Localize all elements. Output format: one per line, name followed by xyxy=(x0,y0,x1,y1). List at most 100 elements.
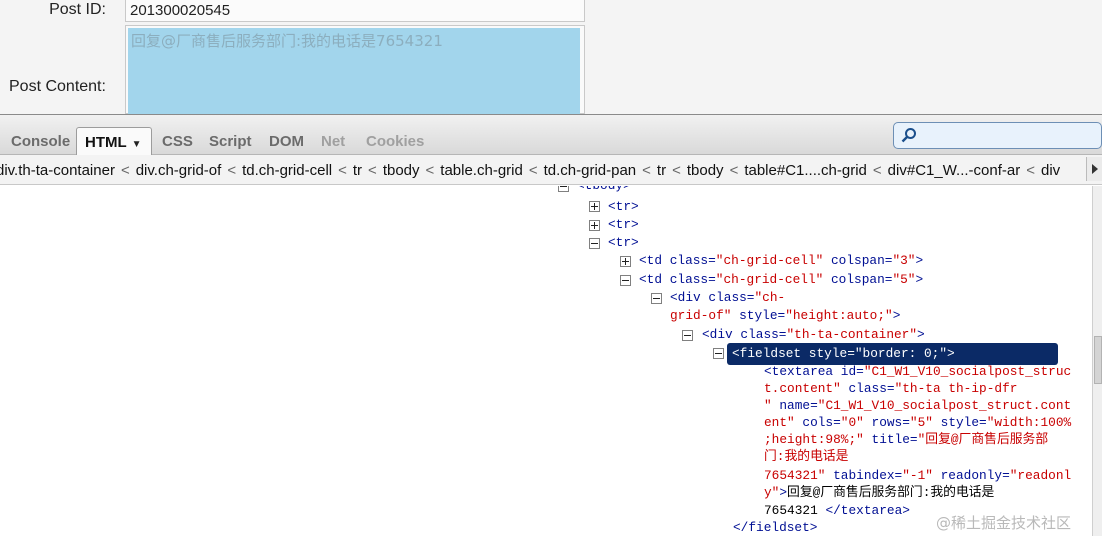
tag-name: <td xyxy=(639,253,670,268)
attr-value: y" xyxy=(764,485,780,500)
tag-name: <textarea xyxy=(764,364,841,379)
breadcrumb-item[interactable]: div.th-ta-container xyxy=(0,162,115,179)
tab-cookies[interactable]: Cookies xyxy=(366,127,424,156)
collapse-toggle-icon[interactable] xyxy=(558,186,569,192)
breadcrumb-separator: < xyxy=(338,162,347,179)
search-input[interactable] xyxy=(893,122,1102,149)
breadcrumb-item[interactable]: tbody xyxy=(383,162,420,179)
collapse-toggle-icon[interactable] xyxy=(713,348,724,359)
tree-node-div-cont: grid-of" style="height:auto;"> xyxy=(670,307,900,325)
tag-close: > xyxy=(779,485,788,500)
post-content-wrapper: 回复@厂商售后服务部门:我的电话是7654321 xyxy=(125,25,585,114)
arrow-right-icon xyxy=(1092,164,1098,174)
collapse-toggle-icon[interactable] xyxy=(620,275,631,286)
tree-node-textarea-cont: ;height:98%;" title="回复@厂商售后服务部 xyxy=(764,431,1048,449)
breadcrumb-item[interactable]: td.ch-grid-cell xyxy=(242,162,332,179)
attr-value: "C1_W1_V10_socialpost_struc xyxy=(863,364,1072,379)
tree-node-div[interactable]: <div class="th-ta-container"> xyxy=(702,326,925,344)
attr-value: "ch-grid-cell" xyxy=(715,253,824,268)
breadcrumb-separator: < xyxy=(1026,162,1035,179)
expand-toggle-icon[interactable] xyxy=(589,220,600,231)
tree-node-tr[interactable]: <tr> xyxy=(608,234,639,252)
attr-name: style= xyxy=(731,308,786,323)
attr-value: "3" xyxy=(892,253,916,268)
breadcrumb-item[interactable]: div#C1_W...-conf-ar xyxy=(888,162,1021,179)
tag-close: > xyxy=(892,308,901,323)
breadcrumb-separator: < xyxy=(729,162,739,179)
attr-name: id= xyxy=(840,364,864,379)
tree-node-tbody[interactable]: <tbody> xyxy=(577,186,631,195)
vertical-scrollbar[interactable] xyxy=(1092,186,1102,536)
devtools-toolbar: Console HTML ▼ CSS Script DOM Net Cookies xyxy=(0,114,1102,156)
tree-node-td[interactable]: <td class="ch-grid-cell" colspan="5"> xyxy=(639,271,923,289)
breadcrumb-separator: < xyxy=(227,162,237,179)
breadcrumb: div.th-ta-container < div.ch-grid-of < td.ch… xyxy=(0,155,1102,185)
breadcrumb-item[interactable]: tbody xyxy=(687,162,724,179)
attr-value: ;height:98%;" xyxy=(764,432,864,447)
attr-name: title= xyxy=(863,432,918,447)
tab-dom[interactable]: DOM xyxy=(269,127,304,156)
tree-node-td[interactable]: <td class="ch-grid-cell" colspan="3"> xyxy=(639,252,923,270)
attr-value: "ch- xyxy=(754,290,786,305)
attr-value: "-1" xyxy=(902,468,933,483)
expand-toggle-icon[interactable] xyxy=(589,201,600,212)
breadcrumb-separator: < xyxy=(120,162,130,179)
breadcrumb-item[interactable]: tr xyxy=(353,162,362,179)
breadcrumb-separator: < xyxy=(672,162,681,179)
attr-value: "5" xyxy=(892,272,916,287)
breadcrumb-item[interactable]: div.ch-grid-of xyxy=(136,162,222,179)
tree-node-textarea-cont: 7654321 </textarea> xyxy=(764,502,910,520)
selected-node-highlight[interactable]: <fieldset style="border: 0;"> xyxy=(727,343,1058,365)
attr-value: " xyxy=(764,398,772,413)
breadcrumb-item[interactable]: div xyxy=(1041,162,1060,179)
attr-name: readonly= xyxy=(932,468,1010,483)
tree-node-div[interactable]: <div class="ch- xyxy=(670,289,785,307)
attr-name: cols= xyxy=(794,415,841,430)
collapse-toggle-icon[interactable] xyxy=(589,238,600,249)
collapse-toggle-icon[interactable] xyxy=(682,330,693,341)
post-content-textarea[interactable]: 回复@厂商售后服务部门:我的电话是7654321 xyxy=(128,28,580,114)
tab-script[interactable]: Script xyxy=(209,127,252,156)
tab-net[interactable]: Net xyxy=(321,127,345,156)
watermark: @稀土掘金技术社区 xyxy=(936,514,1072,532)
breadcrumb-item[interactable]: table.ch-grid xyxy=(440,162,523,179)
attr-name: class= xyxy=(669,272,716,287)
attr-value: "5" xyxy=(909,415,933,430)
tree-node-tr[interactable]: <tr> xyxy=(608,198,639,216)
collapse-toggle-icon[interactable] xyxy=(651,293,662,304)
attr-value: "height:auto;" xyxy=(785,308,893,323)
attr-value: "readonl xyxy=(1009,468,1072,483)
breadcrumb-item[interactable]: td.ch-grid-pan xyxy=(544,162,637,179)
tree-node-textarea[interactable]: <textarea id="C1_W1_V10_socialpost_struc xyxy=(764,363,1071,381)
expand-toggle-icon[interactable] xyxy=(620,256,631,267)
tab-css[interactable]: CSS xyxy=(162,127,193,156)
tab-console[interactable]: Console xyxy=(11,127,70,156)
attr-name: class= xyxy=(708,290,755,305)
breadcrumb-scroll-right-button[interactable] xyxy=(1086,157,1102,181)
post-id-field[interactable]: 201300020545 xyxy=(125,0,585,22)
attr-name: style= xyxy=(932,415,987,430)
tab-html[interactable]: HTML ▼ xyxy=(76,127,152,156)
breadcrumb-separator: < xyxy=(368,162,377,179)
breadcrumb-item[interactable]: table#C1....ch-grid xyxy=(744,162,867,179)
tree-node-textarea-cont: " name="C1_W1_V10_socialpost_struct.cont xyxy=(764,397,1071,415)
attr-value: 门:我的电话是 xyxy=(764,449,849,464)
post-id-label: Post ID: xyxy=(49,1,106,18)
breadcrumb-separator: < xyxy=(528,162,538,179)
attr-value: "0" xyxy=(840,415,864,430)
tag-name: <div xyxy=(670,290,709,305)
scrollbar-thumb[interactable] xyxy=(1094,336,1102,384)
attr-name: class= xyxy=(740,327,787,342)
breadcrumb-item[interactable]: tr xyxy=(657,162,666,179)
tree-node-fieldset-end[interactable]: </fieldset> xyxy=(733,519,817,536)
tab-html-label: HTML xyxy=(85,134,127,151)
tree-node-textarea-cont: ent" cols="0" rows="5" style="width:100% xyxy=(764,414,1071,432)
attr-value: t.content" xyxy=(764,381,841,396)
attr-value: "th-ta-container" xyxy=(786,327,918,342)
tree-node-fieldset[interactable]: <fieldset style="border: 0;"> xyxy=(732,345,955,363)
dropdown-caret-icon[interactable]: ▼ xyxy=(132,139,142,150)
tree-node-tr[interactable]: <tr> xyxy=(608,216,639,234)
tree-node-textarea-cont: 7654321" tabindex="-1" readonly="readonl xyxy=(764,467,1071,485)
attr-name: class= xyxy=(669,253,716,268)
attr-name: tabindex= xyxy=(825,468,903,483)
